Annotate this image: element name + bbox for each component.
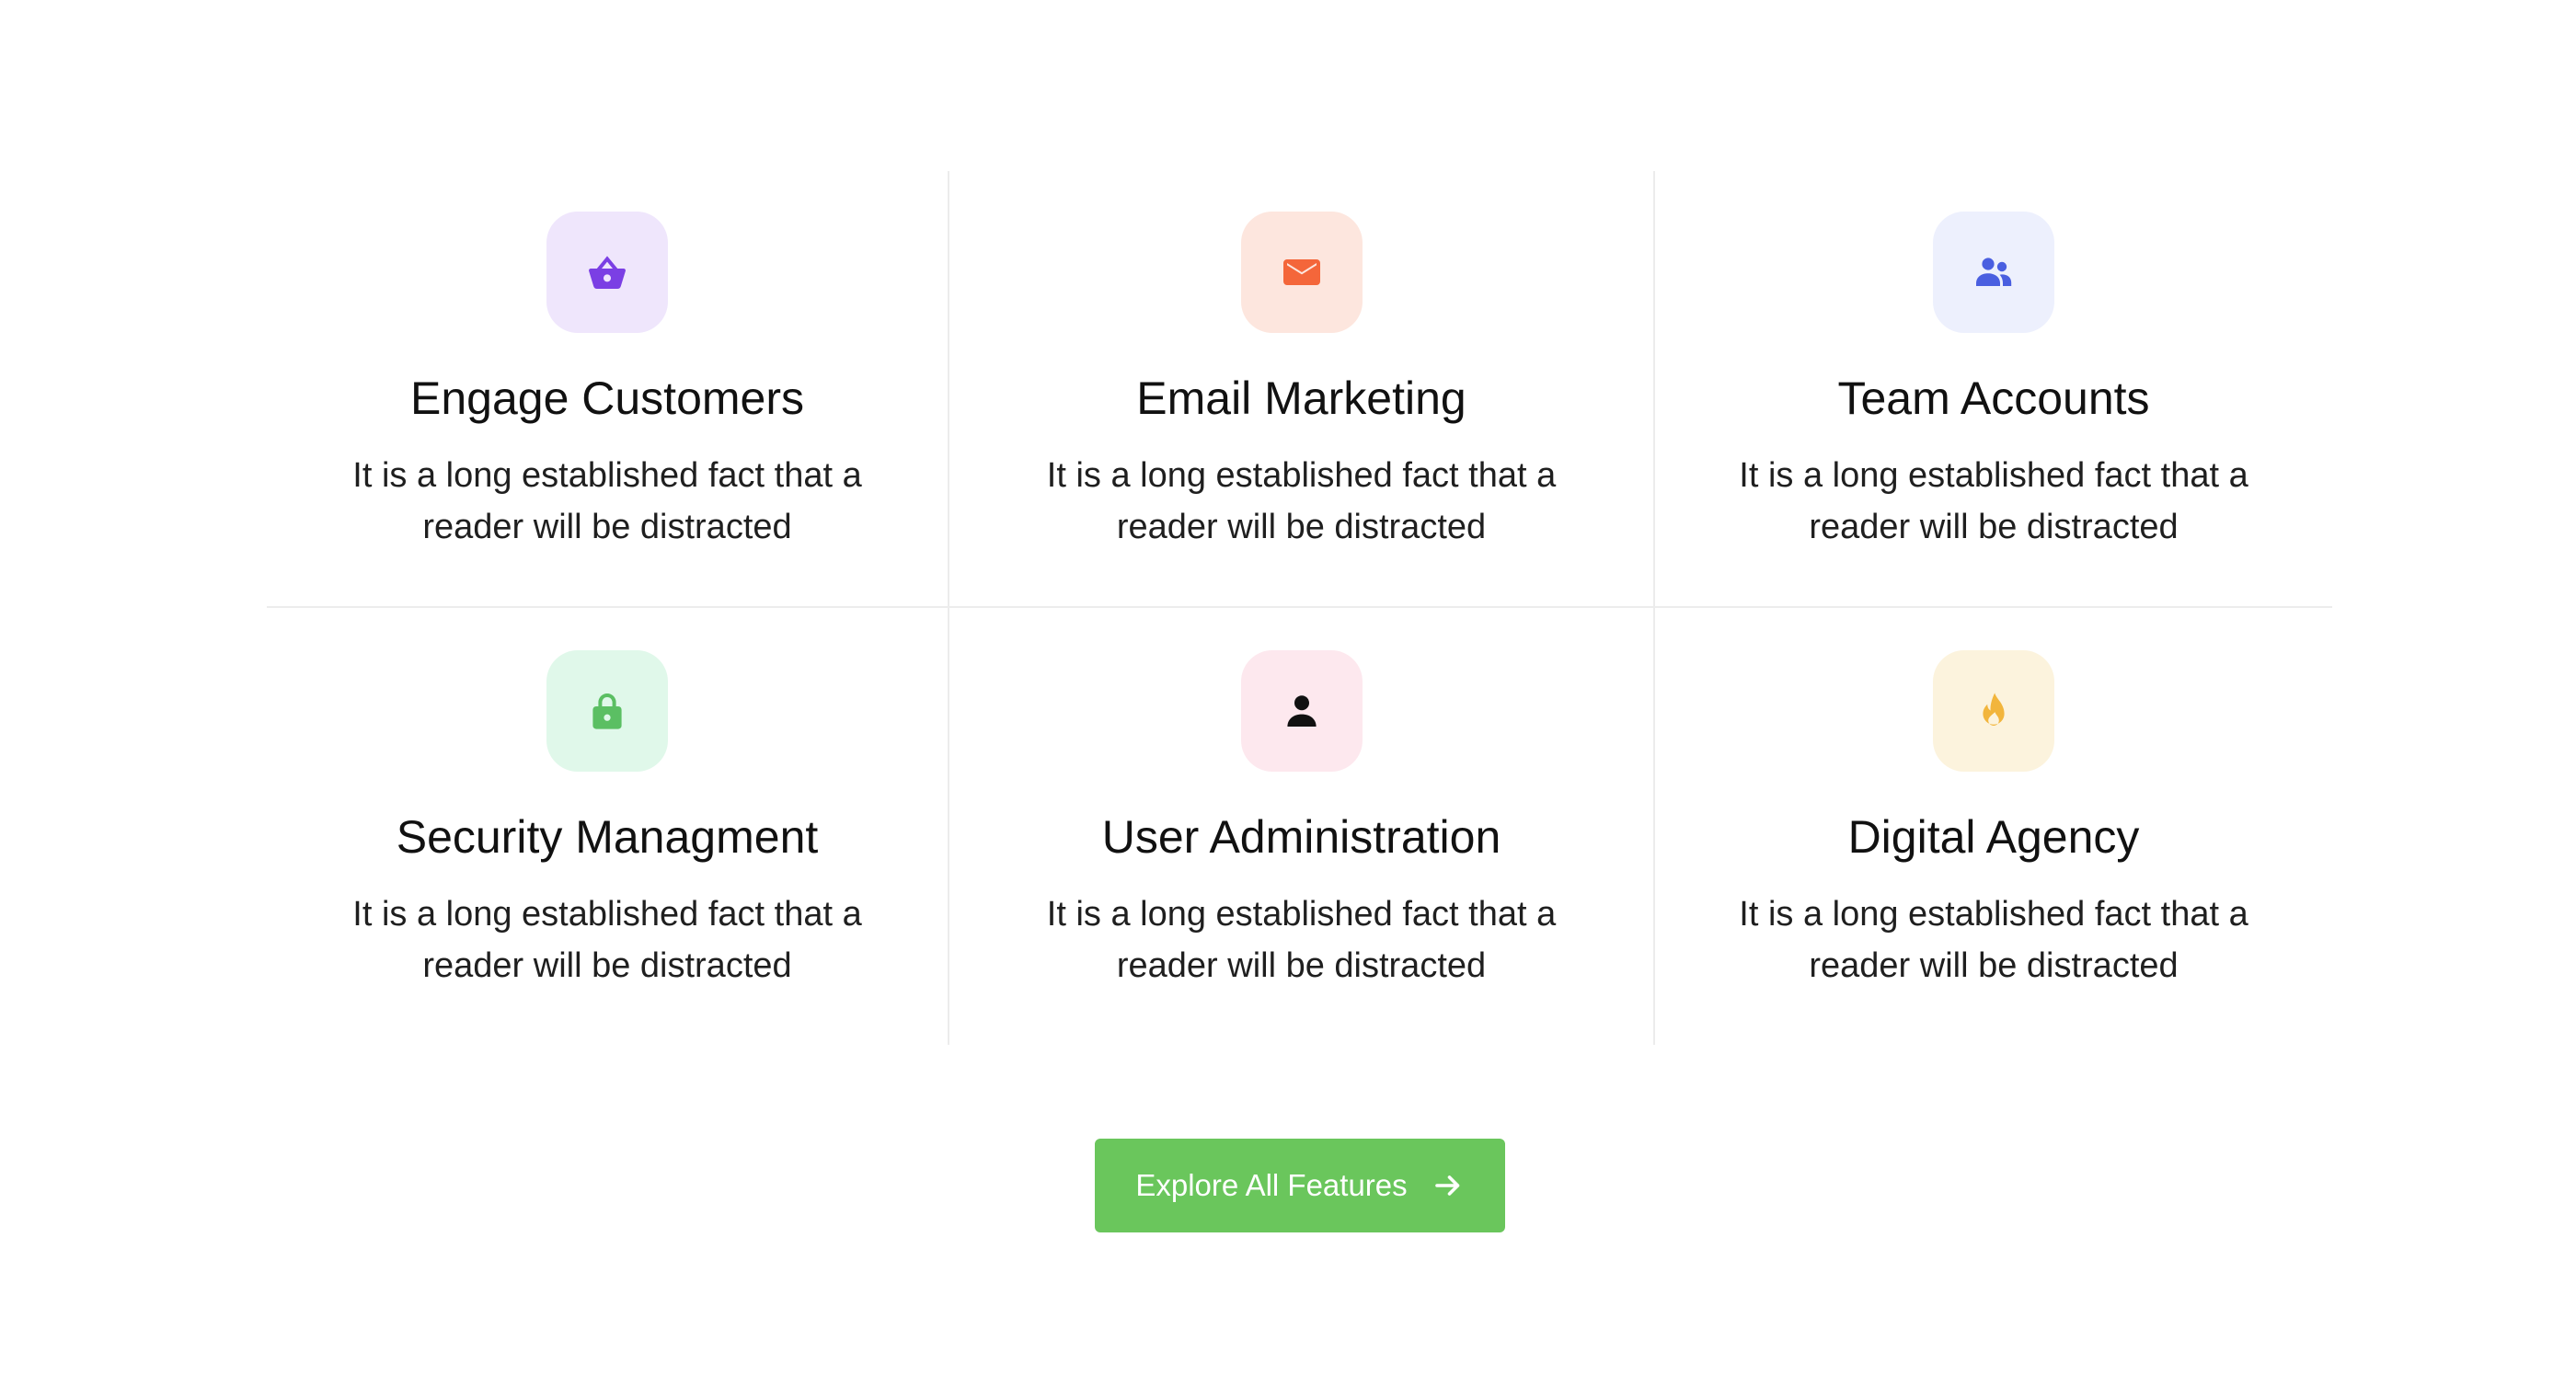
icon-tile — [546, 212, 668, 333]
icon-tile — [1240, 212, 1363, 333]
feature-title: User Administration — [1101, 811, 1501, 863]
explore-all-features-button[interactable]: Explore All Features — [1095, 1139, 1505, 1232]
team-icon — [1976, 258, 2012, 286]
cta-label: Explore All Features — [1135, 1168, 1408, 1202]
feature-card-engage-customers: Engage Customers It is a long establishe… — [267, 171, 948, 608]
basket-icon — [589, 256, 626, 289]
features-grid: Engage Customers It is a long establishe… — [267, 171, 2332, 1045]
feature-description: It is a long established fact that a rea… — [1046, 895, 1557, 985]
feature-description: It is a long established fact that a rea… — [1046, 456, 1557, 546]
feature-title: Engage Customers — [409, 372, 804, 424]
feature-title: Security Managment — [396, 811, 819, 863]
icon-tile — [1933, 212, 2054, 333]
feature-description: It is a long established fact that a rea… — [352, 895, 862, 985]
feature-card-digital-agency: Digital Agency It is a long established … — [1653, 608, 2332, 1045]
lock-icon — [592, 693, 622, 729]
cta-container: Explore All Features — [0, 1139, 2576, 1232]
mail-icon — [1282, 259, 1320, 285]
feature-title: Digital Agency — [1847, 811, 2140, 863]
feature-card-email-marketing: Email Marketing It is a long established… — [948, 171, 1653, 608]
feature-card-security-managment: Security Managment It is a long establis… — [267, 608, 948, 1045]
arrow-right-icon — [1434, 1175, 1459, 1196]
features-section: Engage Customers It is a long establishe… — [0, 0, 2576, 1398]
icon-tile — [546, 650, 668, 772]
feature-title: Team Accounts — [1837, 372, 2150, 424]
feature-card-user-administration: User Administration It is a long establi… — [948, 608, 1653, 1045]
icon-tile — [1933, 650, 2054, 772]
icon-tile — [1240, 650, 1363, 772]
feature-description: It is a long established fact that a rea… — [352, 456, 862, 546]
feature-card-team-accounts: Team Accounts It is a long established f… — [1653, 171, 2332, 608]
user-icon — [1286, 695, 1317, 727]
feature-description: It is a long established fact that a rea… — [1739, 456, 2248, 546]
flame-icon — [1983, 693, 2005, 726]
feature-description: It is a long established fact that a rea… — [1739, 895, 2248, 985]
feature-title: Email Marketing — [1136, 372, 1466, 424]
